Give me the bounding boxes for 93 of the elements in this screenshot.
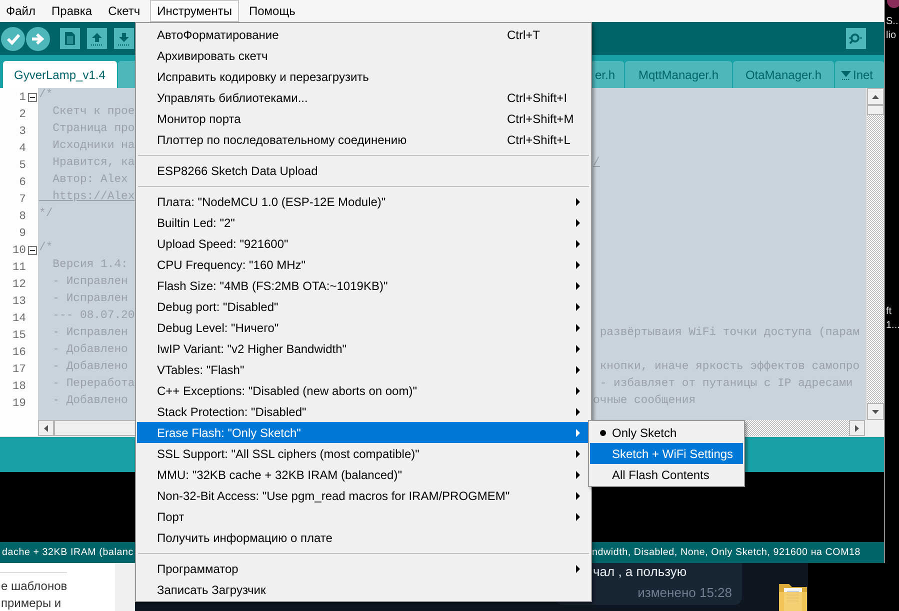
menu-item[interactable]: All Flash Contents [590,464,743,485]
line-number: 5 [18,160,26,172]
magnifier-icon [849,32,863,44]
line-number: 2 [18,108,26,120]
menu-item[interactable]: Инструменты [150,0,239,22]
save-button[interactable] [114,28,134,49]
menu-item[interactable]: Правка [46,0,98,22]
menu-item[interactable]: Архивировать скетч [137,45,590,66]
menu-item[interactable]: Debug port: "Disabled" [137,296,590,317]
file-tab[interactable]: GyverLamp_v1.4 [3,61,117,88]
code-text: /* [38,242,53,256]
caret-down-icon [841,70,851,80]
menu-item[interactable]: ESP8266 Sketch Data Upload [137,160,590,181]
shortcut-text: Ctrl+Shift+M [507,112,575,126]
menu-item[interactable]: Stack Protection: "Disabled" [137,401,590,422]
new-button[interactable] [60,28,80,49]
menu-item[interactable]: IwIP Variant: "v2 Higher Bandwidth" [137,338,590,359]
triangle-right-icon [855,424,859,432]
line-number: 10 [11,244,26,256]
line-number: 13 [11,296,26,308]
menu-item[interactable]: Получить информацию о плате [137,527,590,548]
menu-item[interactable]: SSL Support: "All SSL ciphers (most compatible)" [137,443,590,464]
menu-item[interactable]: Debug Level: "Ничего" [137,317,590,338]
arrow-up-icon [91,32,103,46]
status-text: dache + 32KB IRAM (balanc [1,547,134,558]
menu-item[interactable]: Non-32-Bit Access: "Use pgm_read macros for IRAM/PROGMEM" [137,485,590,506]
desktop-text: 1... [886,319,899,333]
triangle-left-icon [44,424,48,432]
message-text: чал , а пользую [593,564,688,580]
shortcut-text: Ctrl+Shift+I [507,90,568,104]
menu-item[interactable]: C++ Exceptions: "Disabled (new aborts on oom)" [137,380,590,401]
scroll-up-button[interactable] [867,88,884,105]
upload-button[interactable] [26,26,50,50]
triangle-up-icon [872,94,879,98]
menu-item[interactable]: Исправить кодировку и перезагрузить [137,66,590,87]
desktop-text: lio [886,29,898,43]
panel-text: примеры и [1,595,62,611]
panel-text: е шаблонов [1,578,68,595]
menu-item[interactable]: Sketch + WiFi Settings [590,443,743,464]
menu-item[interactable]: MMU: "32KB cache + 32KB IRAM (balanced)" [137,464,590,485]
menu-item[interactable]: Управлять библиотеками... Ctrl+Shift+I [137,87,590,108]
menu-item[interactable]: Порт [137,506,590,527]
line-number: 4 [18,142,26,154]
desktop-text: ft [886,305,893,319]
scroll-right-button[interactable] [849,420,865,436]
code-text: */ [38,208,53,222]
line-number: 16 [11,346,26,358]
shortcut-text: Ctrl+Shift+L [507,132,572,146]
menu-item[interactable]: Скетч [102,0,146,22]
message-time: изменено 15:28 [638,584,732,602]
menu-item[interactable]: Builtin Led: "2" [137,212,590,233]
menu-item[interactable]: Помощь [242,0,302,22]
menu-item[interactable]: Монитор порта Ctrl+Shift+M [137,108,590,129]
shortcut-text: Ctrl+T [507,28,541,42]
menu-item[interactable]: Плоттер по последовательному соединению Ctrl+Shift+L [137,129,590,150]
arrow-right-icon [31,32,45,44]
menu-item[interactable]: Плата: "NodeMCU 1.0 (ESP-12E Module)" [137,191,590,212]
line-number: 12 [11,278,26,290]
menu-item[interactable]: Записать Загрузчик [137,579,590,600]
menu-item[interactable]: Файл [0,0,42,22]
vertical-scrollbar[interactable] [866,88,884,420]
line-number: 8 [18,210,26,222]
arrow-down-icon [118,32,130,46]
line-number: 19 [11,398,26,410]
verify-button[interactable] [1,26,25,50]
line-number: 18 [11,380,26,392]
line-number: 3 [18,126,26,138]
line-number: 17 [11,364,26,376]
line-number: 9 [18,228,26,240]
scroll-down-button[interactable] [867,403,884,420]
menu-item[interactable]: VTables: "Flash" [137,359,590,380]
status-text: ndwidth, Disabled, None, Only Sketch, 921600 на COM18 [592,547,862,558]
line-number: 6 [18,176,26,188]
check-icon [6,32,20,44]
menu-item[interactable]: Only Sketch [590,422,743,443]
line-number: 7 [18,194,26,206]
line-number: 11 [11,262,26,274]
menu-item[interactable]: Программатор [137,558,590,579]
document-icon [65,32,75,45]
menu-item[interactable]: Flash Size: "4MB (FS:2MB OTA:~1019KB)" [137,275,590,296]
serial-monitor-button[interactable] [846,28,866,49]
line-number: 1 [18,92,26,104]
menu-item[interactable]: Erase Flash: "Only Sketch" [137,422,590,443]
line-number: 15 [11,330,26,342]
menu-item[interactable]: Upload Speed: "921600" [137,233,590,254]
open-button[interactable] [87,28,107,49]
menu-item[interactable]: CPU Frequency: "160 MHz" [137,254,590,275]
triangle-down-icon [872,410,879,414]
code-text: /* [38,89,53,103]
scroll-thumb[interactable] [867,105,884,115]
scroll-left-button[interactable] [38,420,54,436]
line-number: 14 [11,312,26,324]
desktop-text: S.. [886,15,899,29]
